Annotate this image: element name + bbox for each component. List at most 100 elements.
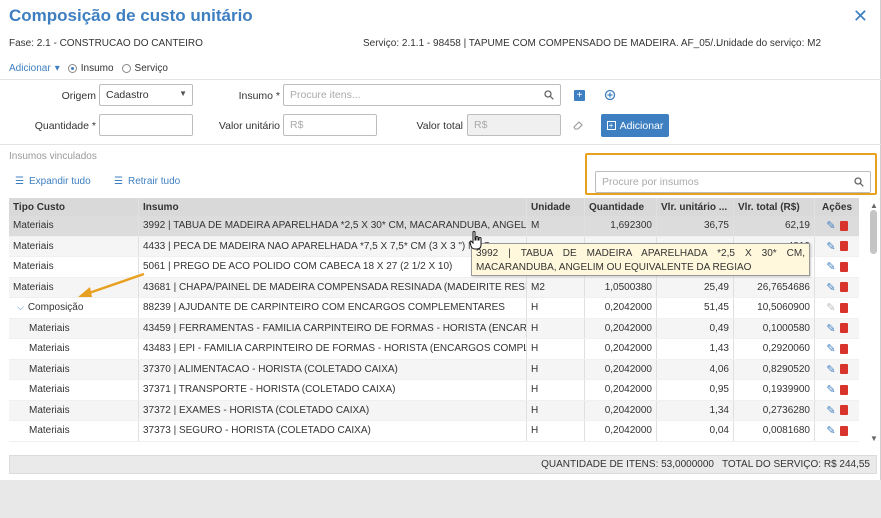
cell-unidade: H xyxy=(526,359,584,379)
cell-vlr-unitario: 25,49 xyxy=(656,277,733,297)
cell-acoes: ✎ xyxy=(814,359,859,379)
cell-tipo: Materiais xyxy=(9,380,138,400)
collapse-all-label: Retrair tudo xyxy=(127,176,181,187)
col-header-vlr-unitario[interactable]: Vlr. unitário ... xyxy=(656,198,733,216)
cell-acoes: ✎ xyxy=(814,318,859,338)
list-icon: ☰ xyxy=(15,176,24,187)
list-icon: ☰ xyxy=(114,176,123,187)
insumo-tooltip: 3992 | TABUA DE MADEIRA APARELHADA *2,5 … xyxy=(471,243,810,276)
cell-unidade: H xyxy=(526,339,584,359)
trash-icon[interactable] xyxy=(839,302,848,313)
valor-total-label: Valor total xyxy=(416,120,464,132)
col-header-quantidade[interactable]: Quantidade xyxy=(584,198,656,216)
col-header-insumo[interactable]: Insumo xyxy=(138,198,526,216)
trash-icon[interactable] xyxy=(839,405,848,416)
edit-icon[interactable]: ✎ xyxy=(826,363,835,376)
valor-unitario-input[interactable]: R$ xyxy=(283,114,377,136)
edit-icon[interactable]: ✎ xyxy=(826,240,835,253)
edit-icon[interactable]: ✎ xyxy=(826,260,835,273)
edit-icon[interactable]: ✎ xyxy=(826,342,835,355)
radio-servico[interactable] xyxy=(121,64,131,73)
add-circle-icon[interactable] xyxy=(604,89,616,101)
cell-vlr-total: 0,1939900 xyxy=(733,380,814,400)
insumo-placeholder: Procure itens... xyxy=(290,89,361,101)
chevron-down-icon[interactable]: ⌵ xyxy=(17,302,24,313)
cell-acoes: ✎ xyxy=(814,216,859,236)
add-item-icon[interactable]: + xyxy=(574,90,585,101)
quantidade-label: Quantidade * xyxy=(34,120,96,132)
close-icon[interactable]: ✕ xyxy=(853,6,868,27)
tipo-text: Materiais xyxy=(13,261,54,273)
cell-insumo: 4433 | PECA DE MADEIRA NAO APARELHADA *7… xyxy=(138,236,526,256)
scrollbar-thumb[interactable] xyxy=(870,210,877,254)
eraser-icon[interactable] xyxy=(573,120,584,130)
trash-icon[interactable] xyxy=(839,261,848,272)
chevron-down-icon[interactable]: ▾ xyxy=(55,63,60,74)
insumo-label: Insumo * xyxy=(238,90,280,102)
col-header-unidade[interactable]: Unidade xyxy=(526,198,584,216)
table-row[interactable]: Materiais 3992 | TABUA DE MADEIRA APARELH… xyxy=(9,216,859,237)
cell-acoes: ✎ xyxy=(814,339,859,359)
divider xyxy=(0,79,881,80)
edit-icon[interactable]: ✎ xyxy=(826,322,835,335)
cell-quantidade: 0,2042000 xyxy=(584,339,656,359)
radio-insumo[interactable] xyxy=(67,64,77,73)
trash-icon[interactable] xyxy=(839,220,848,231)
insumos-search-input[interactable]: Procure por insumos xyxy=(595,171,871,193)
edit-icon[interactable]: ✎ xyxy=(826,219,835,232)
cell-tipo: Materiais xyxy=(9,421,138,441)
cell-unidade: H xyxy=(526,298,584,318)
cell-quantidade: 1,692300 xyxy=(584,216,656,236)
cell-unidade: H xyxy=(526,380,584,400)
trash-icon[interactable] xyxy=(839,343,848,354)
tipo-text: Materiais xyxy=(29,404,70,416)
insumo-search-input[interactable]: Procure itens... xyxy=(283,84,561,106)
cell-vlr-total: 0,8290520 xyxy=(733,359,814,379)
edit-icon[interactable]: ✎ xyxy=(826,281,835,294)
col-header-vlr-total[interactable]: Vlr. total (R$) xyxy=(733,198,814,216)
trash-icon[interactable] xyxy=(839,384,848,395)
caret-down-icon: ▼ xyxy=(179,89,187,98)
edit-icon[interactable]: ✎ xyxy=(826,383,835,396)
cell-unidade: M xyxy=(526,216,584,236)
table-row[interactable]: Materiais 37372 | EXAMES - HORISTA (COLET… xyxy=(9,400,859,421)
table-row[interactable]: Materiais 37370 | ALIMENTACAO - HORISTA (… xyxy=(9,359,859,380)
cell-quantidade: 0,2042000 xyxy=(584,298,656,318)
add-button[interactable]: + Adicionar xyxy=(601,114,669,137)
cell-vlr-unitario: 1,43 xyxy=(656,339,733,359)
table-row[interactable]: Materiais 43459 | FERRAMENTAS - FAMILIA C… xyxy=(9,318,859,339)
trash-icon[interactable] xyxy=(839,323,848,334)
table-row[interactable]: ⌵ Composição 88239 | AJUDANTE DE CARPINTEI… xyxy=(9,298,859,319)
collapse-all-link[interactable]: ☰ Retrair tudo xyxy=(114,176,180,187)
cell-insumo: 37370 | ALIMENTACAO - HORISTA (COLETADO … xyxy=(138,359,526,379)
edit-icon[interactable]: ✎ xyxy=(826,424,835,437)
adicionar-menu[interactable]: Adicionar xyxy=(9,63,51,74)
table-row[interactable]: Materiais 43483 | EPI - FAMILIA CARPINTEI… xyxy=(9,339,859,360)
cell-vlr-total: 0,2736280 xyxy=(733,400,814,420)
scroll-up-icon[interactable]: ▲ xyxy=(870,201,878,210)
trash-icon[interactable] xyxy=(839,364,848,375)
col-header-acoes: Ações xyxy=(814,198,859,216)
trash-icon[interactable] xyxy=(839,282,848,293)
composition-modal: Composição de custo unitário ✕ Fase: 2.1… xyxy=(0,0,881,480)
origem-select[interactable]: Cadastro ▼ xyxy=(99,84,193,106)
table-row[interactable]: Materiais 37371 | TRANSPORTE - HORISTA (C… xyxy=(9,380,859,401)
expand-all-label: Expandir tudo xyxy=(28,176,91,187)
expand-all-link[interactable]: ☰ Expandir tudo xyxy=(15,176,91,187)
item-count: QUANTIDADE DE ITENS: 53,0000000 xyxy=(541,459,714,470)
col-header-tipo[interactable]: Tipo Custo xyxy=(9,198,138,216)
cell-vlr-total: 26,7654686 xyxy=(733,277,814,297)
quantidade-input[interactable] xyxy=(99,114,193,136)
cell-acoes: ✎ xyxy=(814,257,859,277)
plus-icon: + xyxy=(606,121,616,130)
scroll-down-icon[interactable]: ▼ xyxy=(870,434,878,443)
cell-vlr-unitario: 0,95 xyxy=(656,380,733,400)
trash-icon[interactable] xyxy=(839,425,848,436)
cell-vlr-total: 0,2920060 xyxy=(733,339,814,359)
trash-icon[interactable] xyxy=(839,241,848,252)
service-total: TOTAL DO SERVIÇO: R$ 244,55 xyxy=(721,459,870,470)
edit-icon[interactable]: ✎ xyxy=(826,301,835,314)
edit-icon[interactable]: ✎ xyxy=(826,404,835,417)
cell-unidade: M2 xyxy=(526,277,584,297)
table-row[interactable]: Materiais 37373 | SEGURO - HORISTA (COLET… xyxy=(9,421,859,442)
